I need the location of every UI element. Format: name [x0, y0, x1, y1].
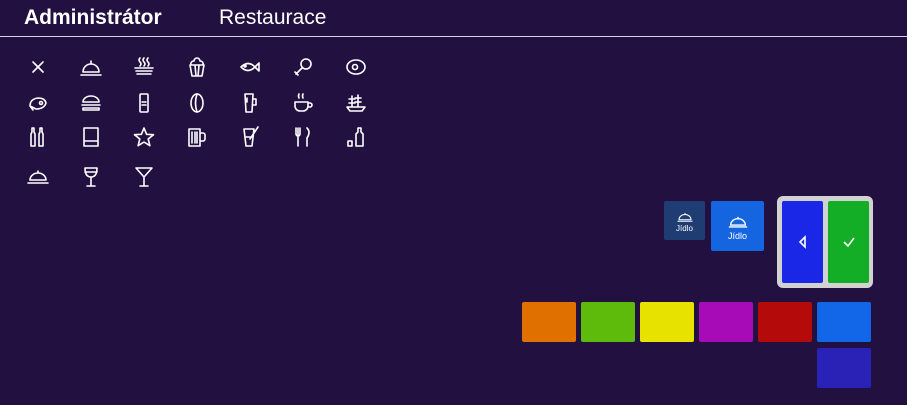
coffee-bean-icon[interactable]	[179, 86, 215, 120]
checkmark-icon	[842, 237, 855, 248]
chevron-left-icon	[798, 235, 806, 249]
tumbler-glass-icon[interactable]	[73, 120, 109, 154]
color-swatch-red[interactable]	[758, 302, 812, 342]
beer-mug-icon[interactable]	[179, 120, 215, 154]
martini-glass-icon[interactable]	[126, 160, 162, 194]
color-swatch-yellow[interactable]	[640, 302, 694, 342]
cutlery-icon[interactable]	[285, 120, 321, 154]
star-icon[interactable]	[126, 120, 162, 154]
close-icon[interactable]	[20, 50, 56, 84]
bottle-shot-icon[interactable]	[338, 120, 374, 154]
preview-large-label: Jídlo	[727, 230, 747, 241]
beer-glass-icon[interactable]	[232, 86, 268, 120]
restaurant-title[interactable]: Restaurace	[219, 6, 326, 30]
cloche-icon	[677, 212, 692, 222]
egg-icon[interactable]	[338, 50, 374, 84]
color-swatch-orange[interactable]	[522, 302, 576, 342]
steak-icon[interactable]	[20, 86, 56, 120]
wine-glass-icon[interactable]	[73, 160, 109, 194]
burger-icon[interactable]	[73, 86, 109, 120]
ship-icon[interactable]	[338, 86, 374, 120]
confirm-button[interactable]	[828, 201, 869, 283]
back-button[interactable]	[782, 201, 823, 283]
preview-small-label: Jídlo	[676, 223, 693, 233]
admin-title[interactable]: Administrátor	[24, 6, 162, 30]
serving-plate-icon[interactable]	[20, 160, 56, 194]
color-swatch-green[interactable]	[581, 302, 635, 342]
cocktail-straw-icon[interactable]	[232, 120, 268, 154]
hot-dish-icon[interactable]	[126, 50, 162, 84]
tile-preview-large[interactable]: Jídlo	[711, 201, 764, 251]
color-swatch-purple[interactable]	[699, 302, 753, 342]
soda-can-icon[interactable]	[126, 86, 162, 120]
action-panel	[777, 196, 873, 288]
popcorn-icon[interactable]	[179, 50, 215, 84]
bottles-icon[interactable]	[20, 120, 56, 154]
drumstick-icon[interactable]	[285, 50, 321, 84]
fish-icon[interactable]	[232, 50, 268, 84]
cloche-icon[interactable]	[73, 50, 109, 84]
cloche-icon	[728, 216, 747, 228]
tile-preview-small[interactable]: Jídlo	[664, 201, 705, 240]
color-swatch-indigo[interactable]	[817, 348, 871, 388]
hot-cup-icon[interactable]	[285, 86, 321, 120]
color-swatch-blue[interactable]	[817, 302, 871, 342]
top-bar: Administrátor Restaurace	[0, 0, 907, 37]
